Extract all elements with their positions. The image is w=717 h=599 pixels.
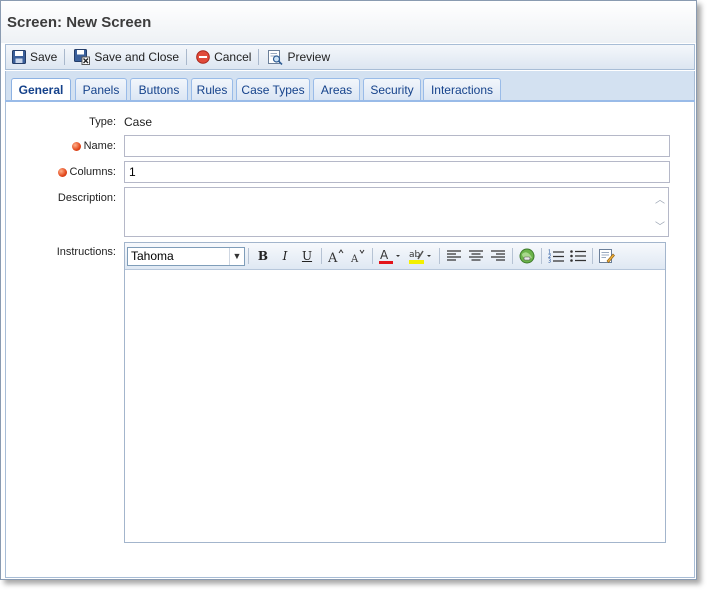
- bullet-list-icon: [570, 250, 586, 262]
- source-edit-icon: [599, 249, 615, 263]
- save-button[interactable]: Save: [8, 46, 61, 68]
- tab-panels[interactable]: Panels: [75, 78, 127, 100]
- general-tab-panel: Type: Case Name: Columns: Description: ︿…: [5, 102, 695, 578]
- description-textarea[interactable]: ︿ ﹀: [124, 187, 669, 237]
- underline-button[interactable]: U: [297, 246, 317, 266]
- main-toolbar: Save Save and Close Cancel Preview: [5, 44, 695, 70]
- increase-font-size-button[interactable]: A: [326, 246, 346, 266]
- italic-icon: I: [282, 249, 288, 263]
- svg-text:A: A: [328, 251, 338, 264]
- preview-label: Preview: [287, 50, 331, 64]
- decrease-font-size-button[interactable]: A: [348, 246, 368, 266]
- save-and-close-button[interactable]: Save and Close: [70, 46, 183, 68]
- required-indicator-icon: [57, 167, 67, 177]
- tab-security[interactable]: Security: [363, 78, 421, 100]
- globe-link-icon: [519, 248, 535, 264]
- cancel-icon: [196, 50, 210, 64]
- instructions-label: Instructions:: [57, 245, 116, 259]
- tab-rules[interactable]: Rules: [191, 78, 233, 100]
- align-right-button[interactable]: [488, 246, 508, 266]
- toolbar-separator: [186, 49, 188, 65]
- save-close-icon: [74, 49, 91, 65]
- save-label: Save: [30, 50, 58, 64]
- editor-separator: [248, 248, 249, 264]
- svg-text:A: A: [380, 248, 389, 262]
- svg-text:A: A: [350, 254, 359, 264]
- tab-buttons[interactable]: Buttons: [130, 78, 188, 100]
- align-left-icon: [447, 250, 461, 261]
- tab-strip: General Panels Buttons Rules Case Types …: [5, 71, 695, 101]
- type-label-text: Type:: [89, 116, 116, 128]
- ordered-list-button[interactable]: 1 2 3: [546, 246, 566, 266]
- toolbar-separator: [258, 49, 260, 65]
- align-center-button[interactable]: [466, 246, 486, 266]
- editor-separator: [541, 248, 542, 264]
- chevron-down-icon: ▼: [229, 247, 244, 265]
- tab-general[interactable]: General: [11, 78, 71, 101]
- name-input[interactable]: [124, 135, 670, 157]
- screen-editor-window: Screen: New Screen Save Save and Close C…: [0, 0, 697, 580]
- font-size-increase-icon: A: [328, 249, 344, 264]
- edit-html-button[interactable]: [597, 246, 617, 266]
- page-title: Screen: New Screen: [7, 14, 152, 31]
- save-and-close-label: Save and Close: [94, 50, 180, 64]
- tab-case-types[interactable]: Case Types: [236, 78, 310, 100]
- underline-icon: U: [301, 249, 313, 263]
- tab-areas[interactable]: Areas: [313, 78, 360, 100]
- columns-label: Columns:: [57, 165, 116, 179]
- description-label-text: Description:: [57, 192, 116, 204]
- bold-icon: B: [257, 249, 269, 263]
- editor-separator: [592, 248, 593, 264]
- numbered-list-icon: 1 2 3: [548, 250, 564, 264]
- editor-separator: [439, 248, 440, 264]
- highlight-icon: ab: [409, 250, 431, 264]
- highlight-color-button[interactable]: ab: [407, 246, 435, 266]
- instructions-label-text: Instructions:: [56, 246, 116, 258]
- insert-link-button[interactable]: [517, 246, 537, 266]
- title-bar: Screen: New Screen: [1, 1, 696, 43]
- font-family-select[interactable]: Tahoma ▼: [127, 246, 245, 266]
- font-family-value: Tahoma: [131, 249, 174, 263]
- preview-button[interactable]: Preview: [264, 46, 334, 68]
- name-label: Name:: [71, 139, 116, 153]
- font-color-button[interactable]: A: [377, 246, 405, 266]
- editor-separator: [372, 248, 373, 264]
- unordered-list-button[interactable]: [568, 246, 588, 266]
- editor-toolbar: Tahoma ▼ B I U A A A ab 1 2 3: [125, 243, 665, 270]
- cancel-label: Cancel: [214, 50, 252, 64]
- editor-separator: [321, 248, 322, 264]
- align-right-icon: [491, 250, 505, 261]
- align-center-icon: [469, 250, 483, 261]
- font-color-icon: A: [379, 248, 400, 264]
- toolbar-separator: [64, 49, 66, 65]
- cancel-button[interactable]: Cancel: [192, 46, 255, 68]
- italic-button[interactable]: I: [275, 246, 295, 266]
- columns-input[interactable]: [124, 161, 670, 183]
- instructions-editor: Tahoma ▼ B I U A A A ab 1 2 3: [124, 242, 666, 543]
- editor-body[interactable]: [125, 270, 665, 542]
- description-scrollbar[interactable]: ︿ ﹀: [652, 188, 668, 236]
- svg-text:3: 3: [548, 259, 551, 264]
- description-label: Description:: [58, 191, 116, 205]
- bold-button[interactable]: B: [253, 246, 273, 266]
- columns-label-text: Columns:: [69, 166, 116, 178]
- editor-separator: [512, 248, 513, 264]
- name-label-text: Name:: [83, 140, 116, 152]
- required-indicator-icon: [71, 141, 81, 151]
- font-size-decrease-icon: A: [350, 249, 365, 264]
- scroll-down-icon[interactable]: ﹀: [655, 218, 665, 233]
- tab-interactions[interactable]: Interactions: [423, 78, 501, 100]
- scroll-up-icon[interactable]: ︿: [655, 191, 665, 206]
- floppy-disk-icon: [12, 50, 26, 64]
- preview-icon: [268, 49, 284, 65]
- align-left-button[interactable]: [444, 246, 464, 266]
- type-value: Case: [124, 115, 153, 129]
- type-label: Type:: [89, 115, 116, 129]
